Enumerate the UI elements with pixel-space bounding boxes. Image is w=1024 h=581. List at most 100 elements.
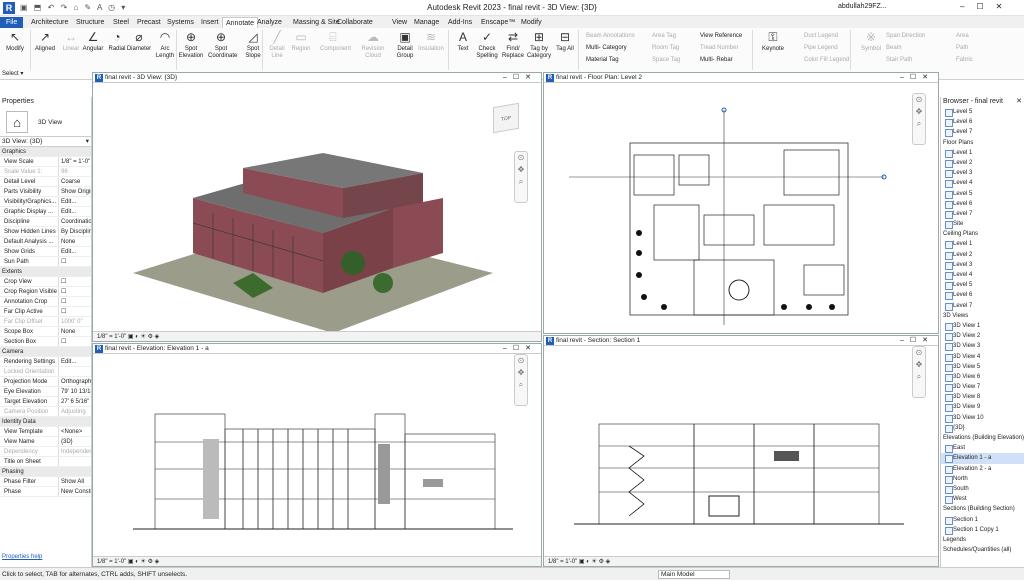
property-row[interactable]: Show Grids Edit... bbox=[0, 247, 91, 257]
color-fill-legend-button[interactable]: Color Fill Legend bbox=[804, 56, 849, 64]
tab-enscape-[interactable]: Enscape™ bbox=[478, 17, 518, 28]
tab-add-ins[interactable]: Add-Ins bbox=[445, 17, 475, 28]
active-model-dropdown[interactable]: Main Model bbox=[658, 570, 730, 579]
property-value[interactable]: {3D} bbox=[58, 437, 91, 446]
property-row[interactable]: Detail Level Coarse bbox=[0, 177, 91, 187]
property-row[interactable]: View Scale 1/8" = 1'-0" bbox=[0, 157, 91, 167]
spot-coordinate-button[interactable]: ⊕ Spot Coordinate bbox=[208, 30, 237, 60]
browser-item[interactable]: Level 6 bbox=[941, 199, 1024, 209]
browser-group[interactable]: Legends bbox=[941, 535, 1024, 545]
property-value[interactable]: 1000' 0" bbox=[58, 317, 91, 326]
property-row[interactable]: Graphic Display ... Edit... bbox=[0, 207, 91, 217]
tag-by-category-button[interactable]: ⊞ Tag by Category bbox=[526, 30, 552, 60]
view-type-dropdown[interactable]: 3D View: {3D} ▾ bbox=[0, 137, 91, 147]
browser-item[interactable]: Section 1 Copy 1 bbox=[941, 525, 1024, 535]
property-value[interactable]: None bbox=[58, 237, 91, 246]
browser-item[interactable]: Site bbox=[941, 219, 1024, 230]
browser-group[interactable]: Sections (Building Section) bbox=[941, 504, 1024, 514]
find-replace-button[interactable]: ⇄ Find/ Replace bbox=[500, 30, 526, 60]
browser-item[interactable]: Elevation 1 - a bbox=[941, 453, 1024, 464]
view-reference-button[interactable]: View Reference bbox=[700, 32, 742, 40]
property-row[interactable]: View Name {3D} bbox=[0, 437, 91, 447]
property-category[interactable]: Phasing bbox=[0, 467, 91, 477]
browser-group[interactable]: Elevations (Building Elevation) bbox=[941, 433, 1024, 443]
space-tag-button[interactable]: Space Tag bbox=[652, 56, 680, 64]
property-value[interactable]: 1/8" = 1'-0" bbox=[58, 157, 91, 166]
browser-item[interactable]: Level 3 bbox=[941, 260, 1024, 270]
modify-button[interactable]: ↖ Modify bbox=[2, 30, 28, 53]
browser-item[interactable]: North bbox=[941, 474, 1024, 484]
property-row[interactable]: Scale Value 1: 96 bbox=[0, 167, 91, 177]
browser-item[interactable]: 3D View 8 bbox=[941, 392, 1024, 403]
view-floor-plan-window[interactable]: Rfinal revit - Floor Plan: Level 2 –☐✕ ⊙ ✥… bbox=[543, 72, 939, 334]
detail-group-button[interactable]: ▣ Detail Group bbox=[392, 30, 418, 60]
text-button[interactable]: A Text bbox=[450, 30, 476, 53]
browser-item[interactable]: Level 7 bbox=[941, 301, 1024, 311]
property-value[interactable]: Coordination bbox=[58, 217, 91, 226]
browser-item[interactable]: West bbox=[941, 494, 1024, 505]
tread-number-button[interactable]: Tread Number bbox=[700, 44, 738, 52]
property-value[interactable]: 96 bbox=[58, 167, 91, 176]
browser-item[interactable]: {3D} bbox=[941, 423, 1024, 433]
property-row[interactable]: Default Analysis ... None bbox=[0, 237, 91, 247]
browser-item[interactable]: Level 3 bbox=[941, 168, 1024, 179]
property-category[interactable]: Camera bbox=[0, 347, 91, 357]
tab-architecture[interactable]: Architecture bbox=[28, 17, 71, 28]
property-row[interactable]: Far Clip Offset 1000' 0" bbox=[0, 317, 91, 327]
spot-elevation-button[interactable]: ⊕ Spot Elevation bbox=[178, 30, 204, 60]
aligned-button[interactable]: ↗ Aligned bbox=[32, 30, 58, 53]
property-value[interactable]: By Discipline bbox=[58, 227, 91, 236]
browser-item[interactable]: 3D View 9 bbox=[941, 402, 1024, 413]
pipe-legend-button[interactable]: Pipe Legend bbox=[804, 44, 838, 52]
view-window-controls[interactable]: –☐✕ bbox=[900, 336, 934, 346]
tab-view[interactable]: View bbox=[389, 17, 410, 28]
area-tag-button[interactable]: Area Tag bbox=[652, 32, 676, 40]
browser-group[interactable]: 3D Views bbox=[941, 311, 1024, 321]
property-value[interactable]: 27' 6 5/16" bbox=[58, 397, 91, 406]
browser-item[interactable]: Level 1 bbox=[941, 239, 1024, 250]
property-row[interactable]: Projection Mode Orthographic bbox=[0, 377, 91, 387]
revision-cloud-button[interactable]: ☁ Revision Cloud bbox=[360, 30, 386, 60]
browser-item[interactable]: Elevation 2 - a bbox=[941, 464, 1024, 474]
beam-button[interactable]: Beam bbox=[886, 44, 902, 52]
region-button[interactable]: ▭ Region bbox=[288, 30, 314, 53]
property-row[interactable]: Target Elevation 27' 6 5/16" bbox=[0, 397, 91, 407]
tab-insert[interactable]: Insert bbox=[198, 17, 222, 28]
view-scale[interactable]: 1/8" = 1'-0" bbox=[97, 559, 126, 565]
browser-item[interactable]: 3D View 4 bbox=[941, 352, 1024, 362]
property-row[interactable]: Crop Region Visible ☐ bbox=[0, 287, 91, 297]
beam-annotations-button[interactable]: Beam Annotations bbox=[586, 32, 635, 40]
view-scale[interactable]: 1/8" = 1'-0" bbox=[97, 334, 126, 340]
browser-item[interactable]: Level 5 bbox=[941, 189, 1024, 199]
view-elevation-window[interactable]: Rfinal revit - Elevation: Elevation 1 - … bbox=[92, 343, 542, 567]
browser-item[interactable]: 3D View 2 bbox=[941, 331, 1024, 342]
property-value[interactable]: Independent bbox=[58, 447, 91, 456]
browser-item[interactable]: 3D View 1 bbox=[941, 321, 1024, 332]
tab-steel[interactable]: Steel bbox=[110, 17, 132, 28]
browser-item[interactable]: 3D View 5 bbox=[941, 362, 1024, 372]
browser-item[interactable]: Level 7 bbox=[941, 127, 1024, 138]
property-value[interactable]: None bbox=[58, 327, 91, 336]
component-button[interactable]: ⌸ Component bbox=[320, 30, 351, 53]
property-category[interactable]: Graphics bbox=[0, 147, 91, 157]
property-value[interactable]: Show All bbox=[58, 477, 91, 486]
browser-item[interactable]: 3D View 3 bbox=[941, 341, 1024, 352]
browser-item[interactable]: Level 5 bbox=[941, 280, 1024, 291]
keynote-button[interactable]: ⚿ Keynote bbox=[760, 30, 786, 53]
browser-item[interactable]: Level 4 bbox=[941, 270, 1024, 281]
browser-item[interactable]: Level 2 bbox=[941, 250, 1024, 260]
property-value[interactable]: ☐ bbox=[58, 257, 91, 266]
browser-item[interactable]: Level 2 bbox=[941, 158, 1024, 169]
tab-precast[interactable]: Precast bbox=[134, 17, 164, 28]
user-account[interactable]: abdullah29FZ... bbox=[838, 3, 887, 10]
browser-item[interactable]: East bbox=[941, 443, 1024, 454]
property-row[interactable]: Sun Path ☐ bbox=[0, 257, 91, 267]
symbol-button[interactable]: ※ Symbol bbox=[858, 30, 884, 53]
property-row[interactable]: Far Clip Active ☐ bbox=[0, 307, 91, 317]
diameter-button[interactable]: ⌀ Diameter bbox=[126, 30, 152, 53]
browser-item[interactable]: Level 1 bbox=[941, 148, 1024, 158]
duct-legend-button[interactable]: Duct Legend bbox=[804, 32, 838, 40]
type-selector[interactable]: ⌂ 3D View bbox=[0, 107, 91, 137]
property-value[interactable]: ☐ bbox=[58, 297, 91, 306]
arc-length-button[interactable]: ◠ Arc Length bbox=[152, 30, 178, 60]
